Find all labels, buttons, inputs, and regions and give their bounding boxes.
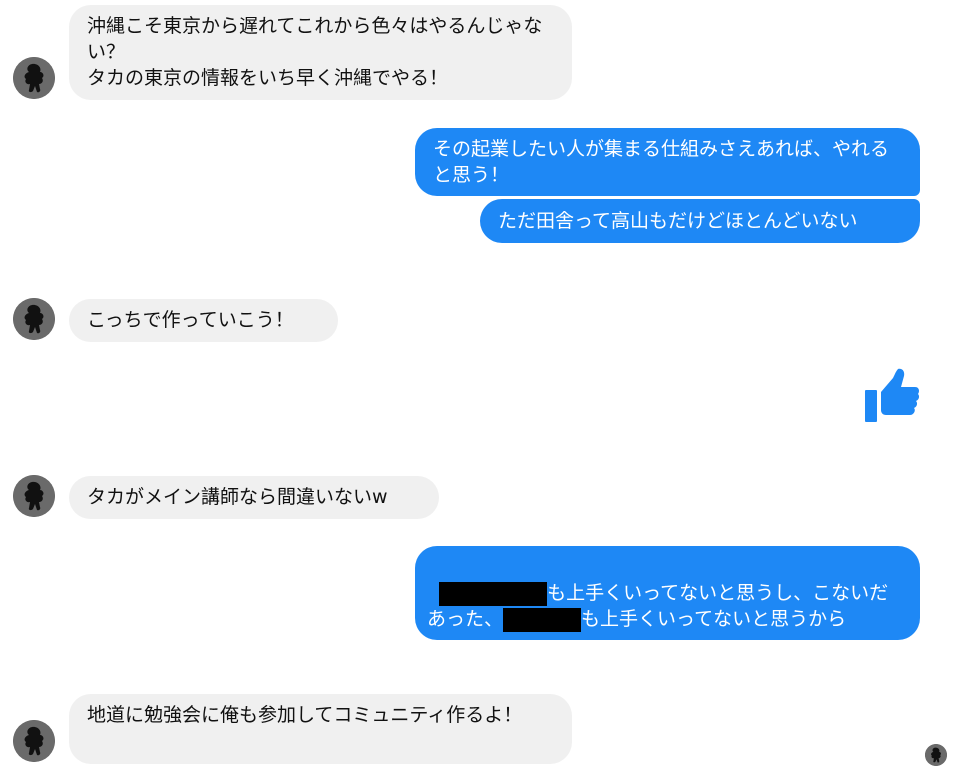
message-bubble-incoming[interactable]: タカがメイン講師なら間違いないw: [69, 476, 439, 519]
message-bubble-incoming[interactable]: こっちで作っていこう！: [69, 299, 338, 342]
contact-avatar[interactable]: [13, 720, 55, 762]
contact-avatar[interactable]: [13, 475, 55, 517]
thumbs-up-icon[interactable]: [864, 368, 920, 422]
redacted-block: [503, 607, 582, 632]
message-bubble-incoming[interactable]: 沖縄こそ東京から遅れてこれから色々はやるんじゃない？ タカの東京の情報をいち早く…: [69, 5, 572, 100]
message-text-part: も上手くいってないと思うから: [581, 608, 847, 630]
seen-indicator-avatar: [925, 744, 947, 766]
message-bubble-outgoing[interactable]: も上手くいってないと思うし、こないだあった、 も上手くいってないと思うから: [415, 546, 920, 640]
message-bubble-outgoing[interactable]: その起業したい人が集まる仕組みさえあれば、やれると思う！: [415, 128, 920, 196]
contact-avatar[interactable]: [13, 57, 55, 99]
contact-avatar[interactable]: [13, 298, 55, 340]
message-bubble-outgoing[interactable]: ただ田舎って高山もだけどほとんどいない: [480, 199, 920, 243]
redacted-block: [439, 581, 548, 606]
message-bubble-incoming[interactable]: 地道に勉強会に俺も参加してコミュニティ作るよ！: [69, 694, 572, 764]
